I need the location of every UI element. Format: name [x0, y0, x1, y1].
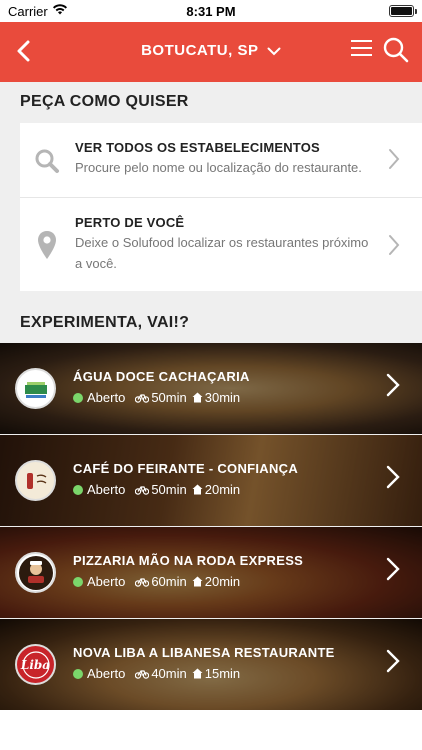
bike-icon	[135, 486, 150, 495]
battery-icon	[389, 5, 417, 17]
open-status-dot	[73, 392, 83, 403]
chevron-down-icon	[267, 43, 281, 60]
status-label: Aberto	[87, 574, 126, 589]
chevron-right-icon	[386, 465, 400, 494]
pickup-time: 20min	[204, 482, 241, 497]
near-you-option[interactable]: PERTO DE VOCÊ Deixe o Solufood localizar…	[20, 198, 422, 291]
restaurant-meta: Aberto 40min 15min	[73, 666, 240, 681]
delivery-time: 50min	[151, 482, 187, 497]
chevron-right-icon	[388, 148, 400, 175]
logo-text: Liba	[20, 657, 51, 672]
chevron-right-icon	[388, 234, 400, 261]
restaurant-logo	[15, 368, 56, 409]
clock: 8:31 PM	[186, 4, 236, 19]
delivery-time: 40min	[151, 666, 187, 681]
open-status-dot	[73, 576, 83, 587]
home-icon	[192, 392, 203, 403]
bottom-strip	[0, 710, 422, 750]
experiment-section-title: EXPERIMENTA, VAI!?	[20, 314, 190, 331]
option-description: Procure pelo nome ou localização do rest…	[75, 160, 362, 175]
restaurant-meta: Aberto 50min 30min	[73, 390, 240, 405]
status-label: Aberto	[87, 482, 126, 497]
open-status-dot	[73, 668, 83, 679]
bike-icon	[135, 578, 150, 587]
search-icon[interactable]	[382, 36, 410, 69]
chevron-right-icon	[386, 373, 400, 402]
restaurant-card[interactable]: Liba NOVA LIBA A LIBANESA RESTAURANTE Ab…	[0, 619, 422, 710]
chevron-right-icon	[386, 649, 400, 678]
status-label: Aberto	[87, 390, 126, 405]
restaurant-meta: Aberto 50min 20min	[73, 482, 240, 497]
restaurant-meta: Aberto 60min 20min	[73, 574, 240, 589]
chevron-right-icon	[386, 557, 400, 586]
menu-icon[interactable]	[350, 38, 374, 63]
restaurant-logo: Liba	[15, 644, 56, 685]
navbar: BOTUCATU, SP	[0, 22, 422, 82]
pickup-time: 30min	[204, 390, 241, 405]
home-icon	[192, 576, 203, 587]
restaurant-logo	[15, 552, 56, 593]
option-description: Deixe o Solufood localizar os restaurant…	[75, 235, 369, 271]
restaurant-name: NOVA LIBA A LIBANESA RESTAURANTE	[73, 645, 335, 660]
view-all-establishments-option[interactable]: VER TODOS OS ESTABELECIMENTOS Procure pe…	[20, 123, 422, 197]
search-icon	[34, 148, 60, 179]
location-pin-icon	[37, 230, 57, 265]
restaurant-name: CAFÉ DO FEIRANTE - CONFIANÇA	[73, 461, 299, 476]
pickup-time: 15min	[204, 666, 241, 681]
home-icon	[192, 668, 203, 679]
delivery-time: 50min	[151, 390, 187, 405]
restaurant-card[interactable]: CAFÉ DO FEIRANTE - CONFIANÇA Aberto 50mi…	[0, 435, 422, 526]
bike-icon	[135, 670, 150, 679]
option-title: VER TODOS OS ESTABELECIMENTOS	[75, 140, 320, 155]
city-title: BOTUCATU, SP	[141, 42, 259, 59]
restaurant-name: PIZZARIA MÃO NA RODA EXPRESS	[73, 553, 304, 568]
restaurant-card[interactable]: ÁGUA DOCE CACHAÇARIA Aberto 50min 30min	[0, 343, 422, 434]
status-bar: Carrier 8:31 PM	[0, 0, 422, 22]
order-section-title: PEÇA COMO QUISER	[20, 93, 189, 110]
delivery-time: 60min	[151, 574, 187, 589]
restaurant-name: ÁGUA DOCE CACHAÇARIA	[73, 369, 250, 384]
home-icon	[192, 484, 203, 495]
pickup-time: 20min	[204, 574, 241, 589]
open-status-dot	[73, 484, 83, 495]
status-label: Aberto	[87, 666, 126, 681]
option-title: PERTO DE VOCÊ	[75, 215, 185, 230]
bike-icon	[135, 394, 150, 403]
restaurant-card[interactable]: PIZZARIA MÃO NA RODA EXPRESS Aberto 60mi…	[0, 527, 422, 618]
restaurant-logo	[15, 460, 56, 501]
